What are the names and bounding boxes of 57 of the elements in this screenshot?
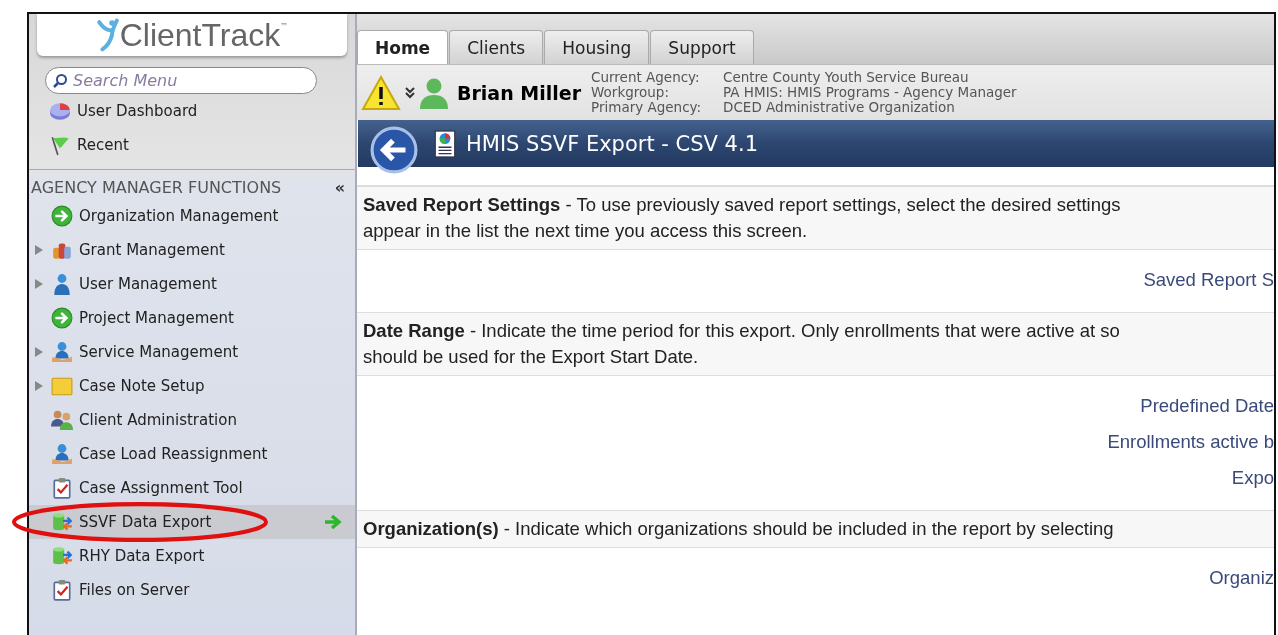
pie-chart-icon <box>49 100 71 122</box>
menu-item[interactable]: Case Assignment Tool <box>29 471 355 505</box>
menu-item[interactable]: RHY Data Export <box>29 539 355 573</box>
menu-link[interactable]: User Dashboard <box>77 102 198 120</box>
arrow-icon <box>323 512 343 532</box>
section-description: Date Range - Indicate the time period for this export. Only enrollments that were active at so should be used for the Export Start Date. <box>363 319 1121 369</box>
arrow-circle-icon <box>51 307 73 329</box>
menu-item[interactable]: Service Management <box>29 335 355 369</box>
clipboard-check-icon <box>51 579 73 601</box>
report-icon <box>434 129 456 158</box>
detail-value: Centre County Youth Service Bureau <box>723 70 969 85</box>
field-label: Saved Report S <box>1143 268 1274 292</box>
menu-item[interactable]: Client Administration <box>29 403 355 437</box>
user-icon <box>51 273 73 295</box>
menu-item[interactable]: Grant Management <box>29 233 355 267</box>
detail-label: Primary Agency: <box>591 100 703 115</box>
section-description: Organization(s) - Indicate which organizations should be included in the report by selecting <box>363 517 1115 541</box>
detail-label: Current Agency: <box>591 70 701 85</box>
database-export-icon <box>51 511 73 533</box>
tab[interactable]: Support <box>650 30 754 64</box>
tab[interactable]: Housing <box>544 30 650 64</box>
tab[interactable]: Home <box>357 30 449 64</box>
menu-item[interactable]: Files on Server <box>29 573 355 607</box>
menu-item[interactable]: Case Note Setup <box>29 369 355 403</box>
menu-item[interactable]: User Management <box>29 267 355 301</box>
warning-icon[interactable] <box>361 74 401 111</box>
section-description: Saved Report Settings - To use previously saved report settings, select the desired settings appear in the list the next time you access this screen. <box>363 193 1122 243</box>
field-label: Expo <box>1231 466 1274 490</box>
flag-icon <box>49 134 71 156</box>
menu-link[interactable]: Recent <box>77 136 129 154</box>
expand-icon[interactable] <box>405 86 415 99</box>
tab[interactable]: Clients <box>449 30 544 64</box>
person-hand-icon <box>51 443 73 465</box>
menu-item[interactable]: Organization Management <box>29 199 355 233</box>
collapse-button[interactable]: « <box>334 177 345 197</box>
detail-value: PA HMIS: HMIS Programs - Agency Manager <box>723 85 1017 100</box>
people-icon <box>51 409 73 431</box>
detail-value: DCED Administrative Organization <box>723 100 955 115</box>
user-icon <box>419 76 449 109</box>
back-button[interactable] <box>370 125 418 174</box>
detail-label: Workgroup: <box>591 85 669 100</box>
arrow-circle-icon <box>51 205 73 227</box>
field-label: Predefined Date <box>1140 394 1274 418</box>
note-icon <box>51 375 73 397</box>
menu-item[interactable]: Project Management <box>29 301 355 335</box>
user-name: Brian Miller <box>457 81 582 104</box>
field-label: Enrollments active b <box>1107 430 1274 454</box>
search-field[interactable]: Search Menu <box>45 67 317 94</box>
database-export-icon <box>51 545 73 567</box>
search-icon <box>52 73 68 89</box>
person-hand-icon <box>51 341 73 363</box>
field-label: Organiz <box>1209 566 1274 590</box>
page-title: HMIS SSVF Export - CSV 4.1 <box>466 131 758 156</box>
section-heading: AGENCY MANAGER FUNCTIONS <box>31 177 282 197</box>
clipboard-check-icon <box>51 477 73 499</box>
logo: ClientTrack$^{™}$ <box>37 14 347 56</box>
menu-item[interactable]: Case Load Reassignment <box>29 437 355 471</box>
